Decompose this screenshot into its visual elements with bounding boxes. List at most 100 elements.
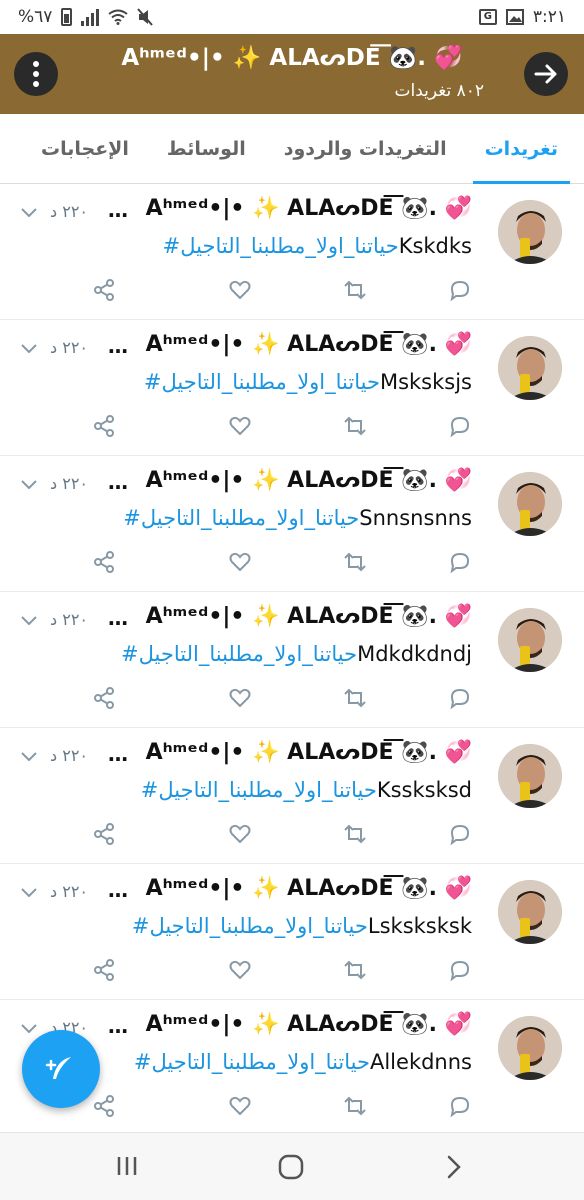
chevron-down-icon[interactable] bbox=[20, 1020, 38, 1039]
retweet-icon[interactable] bbox=[342, 686, 368, 710]
tweet-author-name[interactable]: Aʰᵐᵉᵈ•|• ✨ ALAᔕDE͞͞ 🐼. 💞 bbox=[146, 604, 472, 629]
share-icon[interactable] bbox=[92, 550, 116, 574]
tweet-row[interactable]: ٢٢٠ د … Aʰᵐᵉᵈ•|• ✨ ALAᔕDE͞͞ 🐼. 💞 #حياتنا… bbox=[0, 184, 584, 320]
avatar-photo bbox=[498, 200, 562, 264]
hashtag-link[interactable]: #حياتنا_اولا_مطلبنا_التاجيل bbox=[132, 914, 368, 938]
tab-tweets-and-replies[interactable]: التغريدات والردود bbox=[272, 114, 459, 183]
tweet-row[interactable]: ٢٢٠ د … Aʰᵐᵉᵈ•|• ✨ ALAᔕDE͞͞ 🐼. 💞 #حياتنا… bbox=[0, 456, 584, 592]
tweet-actions bbox=[92, 550, 472, 574]
hashtag-link[interactable]: #حياتنا_اولا_مطلبنا_التاجيل bbox=[141, 778, 377, 802]
overflow-menu-button[interactable] bbox=[14, 52, 58, 96]
tweet-author-name[interactable]: Aʰᵐᵉᵈ•|• ✨ ALAᔕDE͞͞ 🐼. 💞 bbox=[146, 740, 472, 765]
tweet-author-name[interactable]: Aʰᵐᵉᵈ•|• ✨ ALAᔕDE͞͞ 🐼. 💞 bbox=[146, 468, 472, 493]
tweet-list: ٢٢٠ د … Aʰᵐᵉᵈ•|• ✨ ALAᔕDE͞͞ 🐼. 💞 #حياتنا… bbox=[0, 184, 584, 1132]
status-left: %٦٧ bbox=[18, 7, 154, 27]
tweet-actions bbox=[92, 686, 472, 710]
tweet-actions bbox=[92, 822, 472, 846]
tweet-author-name[interactable]: Aʰᵐᵉᵈ•|• ✨ ALAᔕDE͞͞ 🐼. 💞 bbox=[146, 196, 472, 221]
retweet-icon[interactable] bbox=[342, 1094, 368, 1118]
share-icon[interactable] bbox=[92, 414, 116, 438]
chevron-down-icon[interactable] bbox=[20, 340, 38, 359]
name-ellipsis: … bbox=[108, 742, 128, 766]
tweet-author-name[interactable]: Aʰᵐᵉᵈ•|• ✨ ALAᔕDE͞͞ 🐼. 💞 bbox=[146, 332, 472, 357]
share-icon[interactable] bbox=[92, 1094, 116, 1118]
back-icon[interactable] bbox=[444, 1153, 464, 1181]
chevron-down-icon[interactable] bbox=[20, 612, 38, 631]
reply-icon[interactable] bbox=[448, 414, 472, 438]
profile-header: Aʰᵐᵉᵈ•|• ✨ ALAᔕDE͞͞ 🐼. 💞 ٨٠٢ تغريدات bbox=[0, 34, 584, 114]
avatar[interactable] bbox=[498, 336, 562, 400]
avatar[interactable] bbox=[498, 608, 562, 672]
tab-tweets[interactable]: تغريدات bbox=[472, 114, 571, 184]
tweet-count: ٨٠٢ تغريدات bbox=[394, 81, 484, 101]
avatar[interactable] bbox=[498, 472, 562, 536]
retweet-icon[interactable] bbox=[342, 550, 368, 574]
hashtag-link[interactable]: #حياتنا_اولا_مطلبنا_التاجيل bbox=[163, 234, 399, 258]
tab-likes[interactable]: الإعجابات bbox=[29, 114, 141, 183]
name-ellipsis: … bbox=[108, 198, 128, 222]
tweet-author-name[interactable]: Aʰᵐᵉᵈ•|• ✨ ALAᔕDE͞͞ 🐼. 💞 bbox=[146, 1012, 472, 1037]
like-icon[interactable] bbox=[228, 278, 252, 302]
like-icon[interactable] bbox=[228, 686, 252, 710]
reply-icon[interactable] bbox=[448, 550, 472, 574]
share-icon[interactable] bbox=[92, 822, 116, 846]
tweet-row[interactable]: ٢٢٠ د … Aʰᵐᵉᵈ•|• ✨ ALAᔕDE͞͞ 🐼. 💞 #حياتنا… bbox=[0, 864, 584, 1000]
like-icon[interactable] bbox=[228, 822, 252, 846]
chevron-down-icon[interactable] bbox=[20, 748, 38, 767]
avatar-photo bbox=[498, 336, 562, 400]
status-bar: %٦٧ G ٣:٢١ bbox=[0, 0, 584, 34]
tweet-feed[interactable]: ٢٢٠ د … Aʰᵐᵉᵈ•|• ✨ ALAᔕDE͞͞ 🐼. 💞 #حياتنا… bbox=[0, 184, 584, 1132]
retweet-icon[interactable] bbox=[342, 414, 368, 438]
like-icon[interactable] bbox=[228, 1094, 252, 1118]
avatar[interactable] bbox=[498, 744, 562, 808]
name-ellipsis: … bbox=[108, 878, 128, 902]
chevron-down-icon[interactable] bbox=[20, 884, 38, 903]
like-icon[interactable] bbox=[228, 958, 252, 982]
tweet-row[interactable]: ٢٢٠ د … Aʰᵐᵉᵈ•|• ✨ ALAᔕDE͞͞ 🐼. 💞 #حياتنا… bbox=[0, 320, 584, 456]
reply-icon[interactable] bbox=[448, 958, 472, 982]
avatar[interactable] bbox=[498, 880, 562, 944]
retweet-icon[interactable] bbox=[342, 822, 368, 846]
tweet-text: #حياتنا_اولا_مطلبنا_التاجيلSnnsnsnns bbox=[123, 506, 472, 530]
compose-tweet-button[interactable] bbox=[22, 1030, 100, 1108]
reply-icon[interactable] bbox=[448, 278, 472, 302]
tweet-time: ٢٢٠ د bbox=[50, 882, 88, 901]
back-button[interactable] bbox=[524, 52, 568, 96]
reply-icon[interactable] bbox=[448, 686, 472, 710]
tweet-time: ٢٢٠ د bbox=[50, 746, 88, 765]
share-icon[interactable] bbox=[92, 686, 116, 710]
reply-icon[interactable] bbox=[448, 822, 472, 846]
tweet-time: ٢٢٠ د bbox=[50, 610, 88, 629]
share-icon[interactable] bbox=[92, 278, 116, 302]
dot bbox=[33, 71, 39, 77]
tweet-row[interactable]: ٢٢٠ د … Aʰᵐᵉᵈ•|• ✨ ALAᔕDE͞͞ 🐼. 💞 #حياتنا… bbox=[0, 728, 584, 864]
tab-media[interactable]: الوسائط bbox=[155, 114, 258, 183]
tweet-body-text: Allekdnns bbox=[369, 1050, 472, 1074]
chevron-down-icon[interactable] bbox=[20, 476, 38, 495]
profile-tabs: تغريدات التغريدات والردود الوسائط الإعجا… bbox=[0, 114, 584, 184]
tweet-author-name[interactable]: Aʰᵐᵉᵈ•|• ✨ ALAᔕDE͞͞ 🐼. 💞 bbox=[146, 876, 472, 901]
hashtag-link[interactable]: #حياتنا_اولا_مطلبنا_التاجيل bbox=[123, 506, 359, 530]
like-icon[interactable] bbox=[228, 414, 252, 438]
chevron-down-icon[interactable] bbox=[20, 204, 38, 223]
tweet-actions bbox=[92, 1094, 472, 1118]
tweet-actions bbox=[92, 414, 472, 438]
retweet-icon[interactable] bbox=[342, 278, 368, 302]
hashtag-link[interactable]: #حياتنا_اولا_مطلبنا_التاجيل bbox=[134, 1050, 370, 1074]
arrow-right-icon bbox=[534, 64, 557, 84]
dot bbox=[33, 81, 39, 87]
reply-icon[interactable] bbox=[448, 1094, 472, 1118]
avatar[interactable] bbox=[498, 200, 562, 264]
hashtag-link[interactable]: #حياتنا_اولا_مطلبنا_التاجيل bbox=[121, 642, 357, 666]
avatar[interactable] bbox=[498, 1016, 562, 1080]
share-icon[interactable] bbox=[92, 958, 116, 982]
tweet-body-text: Snnsnsnns bbox=[359, 506, 472, 530]
tweet-actions bbox=[92, 958, 472, 982]
hashtag-link[interactable]: #حياتنا_اولا_مطلبنا_التاجيل bbox=[144, 370, 380, 394]
recent-apps-icon[interactable] bbox=[114, 1153, 140, 1179]
gallery-icon bbox=[505, 9, 524, 25]
tweet-row[interactable]: ٢٢٠ د … Aʰᵐᵉᵈ•|• ✨ ALAᔕDE͞͞ 🐼. 💞 #حياتنا… bbox=[0, 592, 584, 728]
home-icon[interactable] bbox=[277, 1153, 305, 1181]
like-icon[interactable] bbox=[228, 550, 252, 574]
retweet-icon[interactable] bbox=[342, 958, 368, 982]
